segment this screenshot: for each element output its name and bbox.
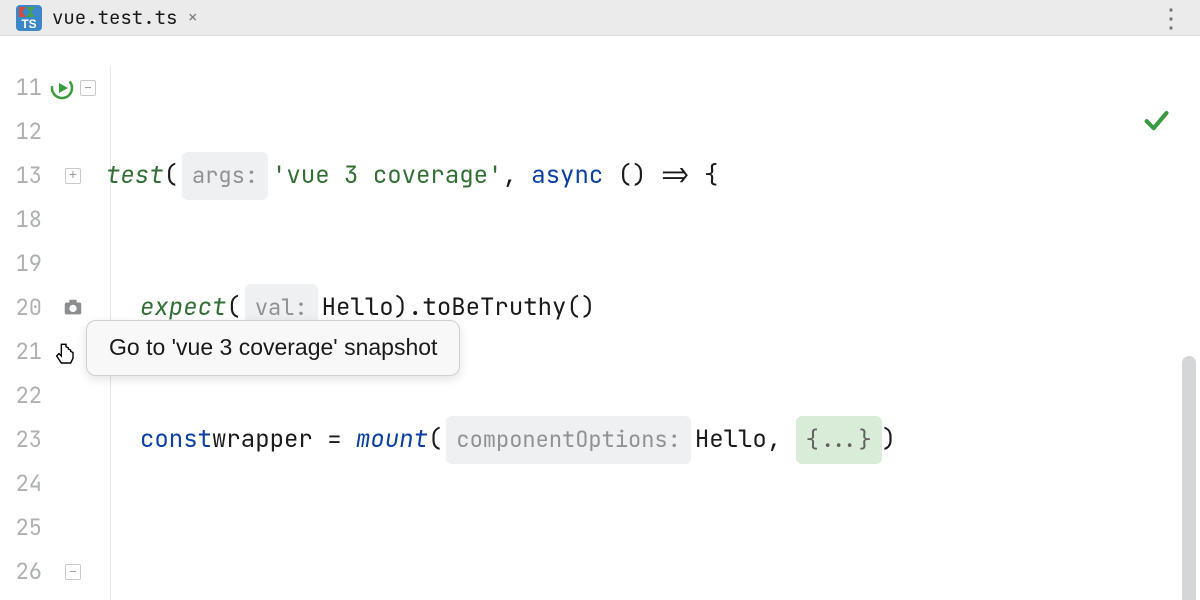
code-content[interactable]: test(args:'vue 3 coverage', async () => … [100, 36, 1200, 600]
fold-handle-icon[interactable] [65, 564, 81, 580]
run-test-icon[interactable] [50, 76, 74, 100]
line-number-gutter: 11 12 13 18 19 20 21 22 23 24 25 26 [0, 36, 46, 600]
line-number: 26 [0, 550, 46, 594]
line-number: 20 [0, 286, 46, 330]
folded-region[interactable]: {...} [796, 416, 882, 464]
editor-area[interactable]: 11 12 13 18 19 20 21 22 23 24 25 26 [0, 36, 1200, 600]
pointer-cursor-icon [52, 342, 80, 379]
line-number: 23 [0, 418, 46, 462]
line-number: 25 [0, 506, 46, 550]
line-number: 13 [0, 154, 46, 198]
typescript-file-icon: TS [16, 5, 42, 31]
vertical-scrollbar[interactable] [1182, 356, 1196, 600]
line-number: 21 [0, 330, 46, 374]
snapshot-gutter-icon[interactable] [62, 297, 84, 319]
editor-tabbar: TS vue.test.ts × ⋮ [0, 0, 1200, 36]
fold-expand-icon[interactable] [65, 168, 81, 184]
code-line-blank [100, 550, 1200, 594]
tab-filename: vue.test.ts [52, 5, 177, 30]
fold-handle-icon[interactable] [80, 80, 96, 96]
analysis-ok-icon[interactable] [1142, 106, 1170, 139]
ide-window: TS vue.test.ts × ⋮ 11 12 13 18 19 20 21 … [0, 0, 1200, 600]
inlay-hint: args: [182, 152, 268, 200]
inlay-hint: componentOptions: [446, 416, 690, 464]
code-line: const wrapper = mount(componentOptions:H… [100, 418, 1200, 462]
run-flag-icon [19, 7, 35, 17]
gutter-icon-column [46, 36, 100, 600]
tab-vue-test[interactable]: TS vue.test.ts × [0, 0, 214, 35]
close-icon[interactable]: × [187, 6, 198, 29]
line-number: 19 [0, 242, 46, 286]
line-number: 12 [0, 110, 46, 154]
line-number: 11 [0, 66, 46, 110]
line-number: 18 [0, 198, 46, 242]
tooltip-text: Go to 'vue 3 coverage' snapshot [109, 334, 437, 360]
gutter-tooltip: Go to 'vue 3 coverage' snapshot [86, 320, 460, 376]
code-line: test(args:'vue 3 coverage', async () => … [100, 154, 1200, 198]
line-number: 22 [0, 374, 46, 418]
more-menu-icon[interactable]: ⋮ [1158, 0, 1186, 35]
line-number: 24 [0, 462, 46, 506]
